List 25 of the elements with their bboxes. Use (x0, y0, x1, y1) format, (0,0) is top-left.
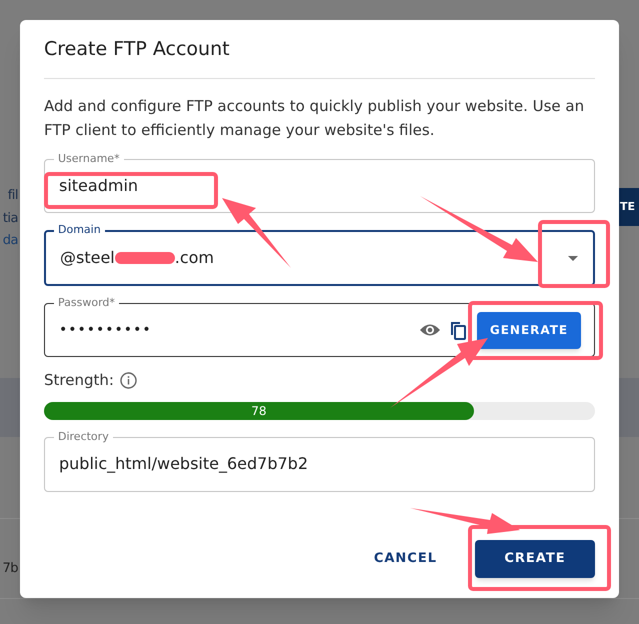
background-text: 7b (2, 560, 18, 578)
redaction-mark (114, 252, 175, 264)
field-value: .com (174, 247, 214, 269)
dialog-title: Create FTP Account (44, 20, 595, 79)
annotation-arrow (222, 198, 291, 268)
strength-label: Strength: (44, 370, 114, 391)
info-icon[interactable] (120, 372, 137, 389)
background-text: da (2, 232, 18, 250)
field-value: siteadmin (59, 175, 138, 197)
copy-icon[interactable] (450, 320, 466, 340)
description: Add and configure FTP accounts to quickly publish your website. Use an FTP client to efficiently manage your website's files. (44, 96, 586, 141)
highlight-box (538, 220, 610, 288)
eye-icon[interactable] (419, 323, 441, 337)
field-value: •••••••••• (59, 320, 153, 340)
create-button[interactable]: CREATE (475, 540, 595, 578)
cancel-button[interactable]: CANCEL (374, 540, 437, 578)
field-label: Directory (54, 430, 113, 444)
strength-reading: 78 (251, 402, 267, 420)
generate-button[interactable]: GENERATE (477, 312, 581, 348)
background-text: fil (8, 187, 18, 205)
background-text: tia (2, 210, 18, 228)
dropdown-caret-icon[interactable] (568, 256, 578, 260)
field-value: public_html/website_6ed7b7b2 (59, 453, 308, 475)
field-value: @steel (60, 247, 115, 269)
background-button[interactable]: TE (619, 188, 639, 226)
